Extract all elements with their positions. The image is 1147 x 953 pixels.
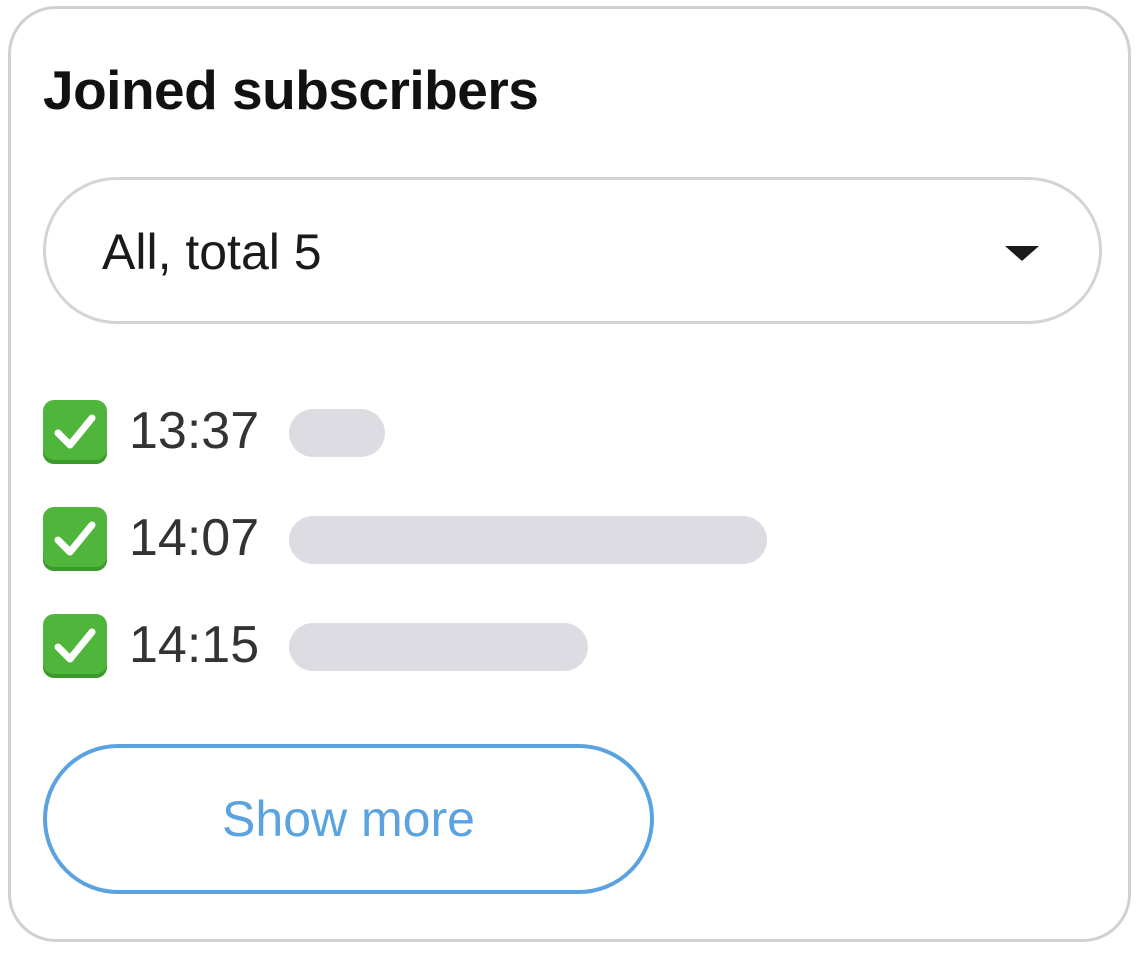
check-mark-button-icon [43, 400, 107, 464]
hidden-name-placeholder [289, 516, 767, 564]
hidden-name-placeholder [289, 623, 588, 671]
check-mark-button-icon [43, 507, 107, 571]
card-title: Joined subscribers [43, 59, 539, 121]
caret-down-icon [1005, 246, 1039, 261]
subscriber-filter-dropdown[interactable]: All, total 5 [43, 177, 1102, 324]
check-mark-button-icon [43, 614, 107, 678]
join-time: 14:15 [129, 616, 260, 674]
join-time: 14:07 [129, 509, 260, 567]
join-time: 13:37 [129, 402, 260, 460]
list-item: 14:07 [43, 504, 1043, 574]
subscriber-list: 13:37 14:07 14:15 [43, 397, 1043, 718]
joined-subscribers-card: Joined subscribers All, total 5 13:37 14… [8, 6, 1131, 942]
hidden-name-placeholder [289, 409, 385, 457]
dropdown-selected-value: All, total 5 [102, 224, 322, 280]
list-item: 13:37 [43, 397, 1043, 467]
list-item: 14:15 [43, 611, 1043, 681]
show-more-button[interactable]: Show more [43, 744, 654, 894]
